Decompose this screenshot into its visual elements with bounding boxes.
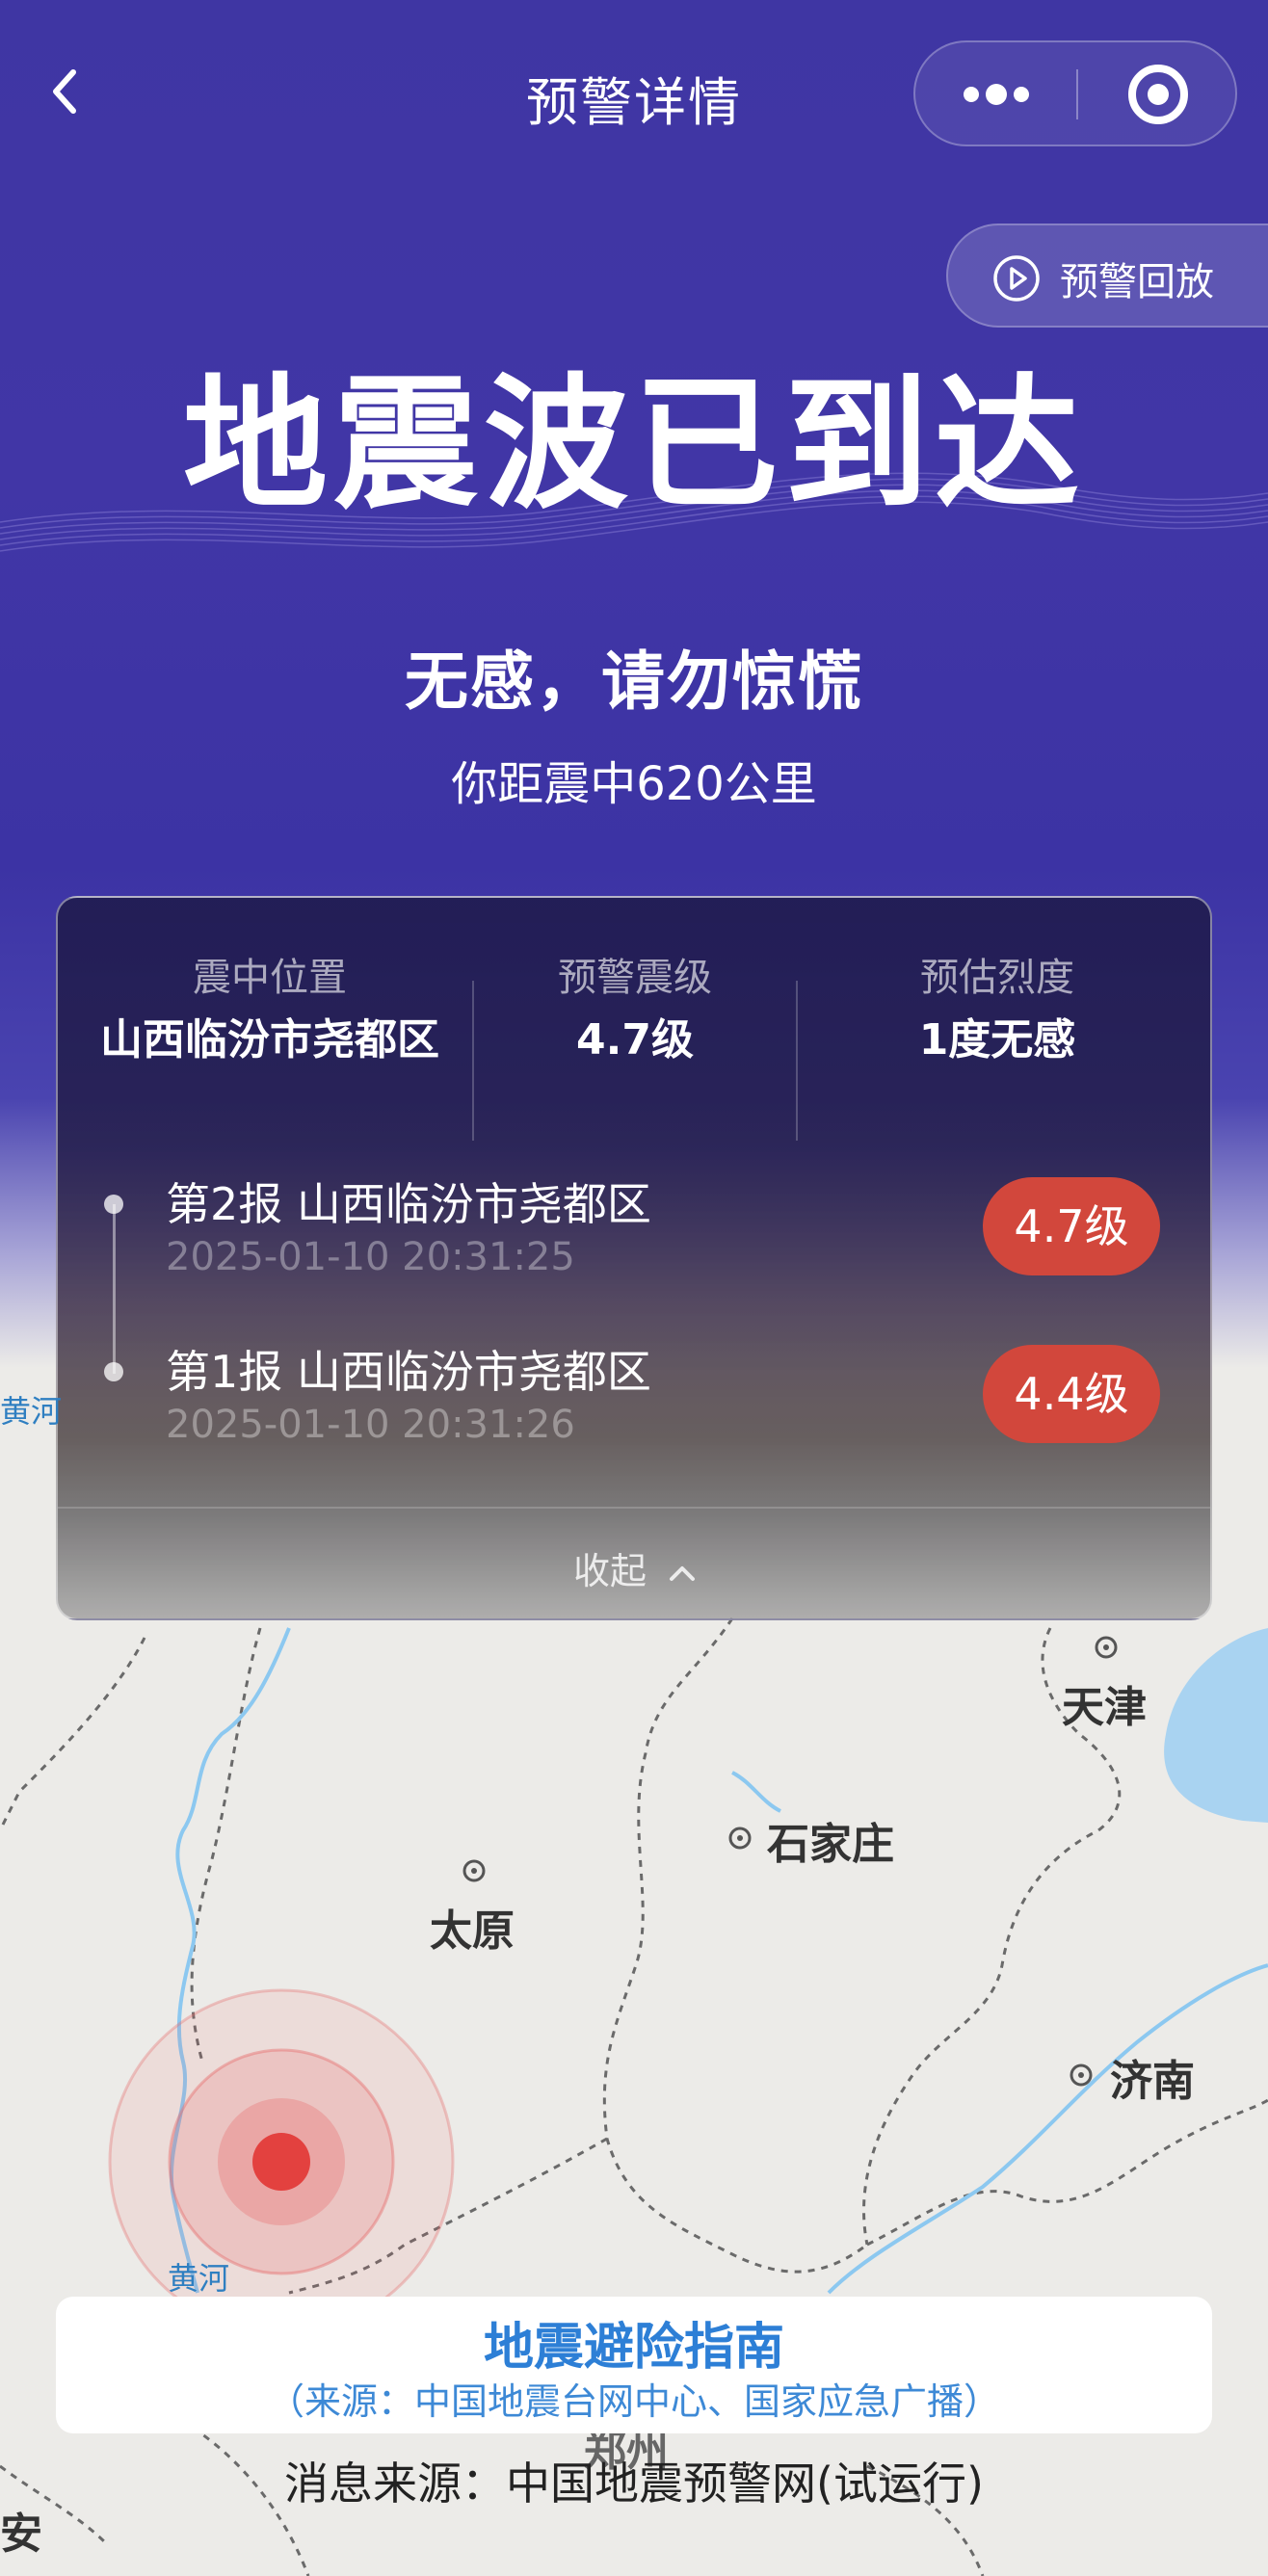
city-label-taiyuan: 太原 xyxy=(430,1906,515,1956)
more-dots-icon xyxy=(964,84,1029,105)
magnitude-badge: 4.4级 xyxy=(983,1345,1160,1443)
stat-epicenter: 震中位置 山西临汾市尧都区 xyxy=(77,946,462,1110)
river-label-huanghe: 黄河 xyxy=(0,1393,63,1430)
play-circle-icon xyxy=(993,255,1040,302)
stat-divider xyxy=(796,981,798,1141)
timeline-dot xyxy=(104,1362,123,1381)
stat-label: 预警震级 xyxy=(558,956,712,1000)
guide-source: （来源：中国地震台网中心、国家应急广播） xyxy=(267,2380,1000,2423)
menu-capsule xyxy=(913,40,1237,146)
alert-info-card: 震中位置 山西临汾市尧都区 预警震级 4.7级 预估烈度 1度无感 第2报 山西… xyxy=(56,896,1212,1620)
replay-button[interactable]: 预警回放 xyxy=(946,223,1268,328)
river-label-huanghe: 黄河 xyxy=(168,2260,230,2297)
feeling-text: 无感，请勿惊慌 xyxy=(405,644,863,719)
report-time: 2025-01-10 20:31:26 xyxy=(166,1403,575,1447)
city-label-tianjin: 天津 xyxy=(1062,1683,1147,1732)
city-label-jinan: 济南 xyxy=(1110,2057,1195,2106)
distance-text: 你距震中620公里 xyxy=(451,757,817,811)
chevron-up-icon xyxy=(670,1565,696,1581)
collapse-label-row: 收起 xyxy=(58,1541,1210,1594)
replay-label: 预警回放 xyxy=(1060,260,1214,304)
target-icon xyxy=(1128,65,1188,124)
close-miniprogram-button[interactable] xyxy=(1077,42,1237,145)
navigation-bar: 预警详情 xyxy=(0,39,1268,146)
stats-row: 震中位置 山西临汾市尧都区 预警震级 4.7级 预估烈度 1度无感 xyxy=(58,946,1210,1141)
collapse-button[interactable]: 收起 xyxy=(58,1507,1210,1618)
report-item[interactable]: 第2报 山西临汾市尧都区 2025-01-10 20:31:25 4.7级 xyxy=(58,1170,1210,1314)
magnitude-badge: 4.7级 xyxy=(983,1177,1160,1275)
stat-intensity: 预估烈度 1度无感 xyxy=(800,946,1195,1110)
more-button[interactable] xyxy=(915,42,1077,145)
stat-value: 1度无感 xyxy=(918,1015,1076,1065)
report-title: 第2报 山西临汾市尧都区 xyxy=(166,1178,651,1230)
stat-divider xyxy=(472,981,474,1141)
report-time: 2025-01-10 20:31:25 xyxy=(166,1235,575,1279)
stat-value: 山西临汾市尧都区 xyxy=(100,1015,439,1065)
stat-magnitude: 预警震级 4.7级 xyxy=(476,946,794,1110)
safety-guide-link[interactable]: 地震避险指南 （来源：中国地震台网中心、国家应急广播） xyxy=(56,2297,1212,2433)
report-title: 第1报 山西临汾市尧都区 xyxy=(166,1346,651,1398)
city-label-shijiazhuang: 石家庄 xyxy=(767,1820,894,1869)
report-item[interactable]: 第1报 山西临汾市尧都区 2025-01-10 20:31:26 4.4级 xyxy=(58,1337,1210,1482)
message-source: 消息来源：中国地震预警网(试运行) xyxy=(284,2458,984,2510)
stat-label: 预估烈度 xyxy=(920,956,1074,1000)
stat-value: 4.7级 xyxy=(576,1015,694,1065)
collapse-label: 收起 xyxy=(572,1550,647,1592)
guide-title: 地震避险指南 xyxy=(483,2319,784,2377)
stat-label: 震中位置 xyxy=(193,956,347,1000)
timeline-dot xyxy=(104,1195,123,1214)
alert-headline: 地震波已到达 xyxy=(182,361,1085,529)
